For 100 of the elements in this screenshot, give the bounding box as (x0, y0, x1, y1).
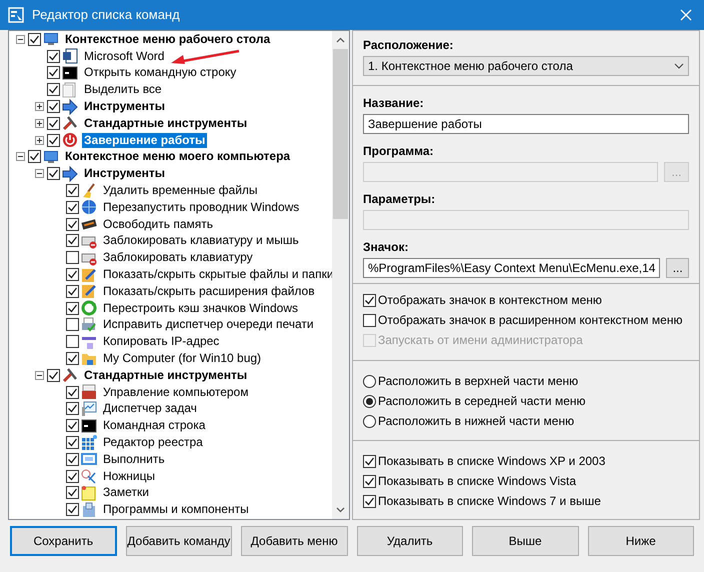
field-label: Программа: (363, 144, 435, 158)
collapse-icon[interactable] (34, 370, 44, 380)
tree-item[interactable]: Управление компьютером (101, 384, 250, 400)
action-button[interactable]: Удалить (356, 526, 464, 556)
checkbox[interactable] (66, 419, 79, 432)
tree-item[interactable]: Заметки (101, 485, 151, 500)
tree-item[interactable]: Контекстное меню моего компьютера (63, 149, 292, 164)
checkbox[interactable] (363, 494, 376, 508)
tree-item[interactable]: Открыть командную строку (82, 65, 238, 80)
annotation-arrow (169, 49, 241, 65)
tree-item[interactable]: Заблокировать клавиатуру (101, 250, 255, 266)
tree-item[interactable]: Редактор реестра (101, 435, 205, 450)
tree-item[interactable]: Завершение работы (82, 132, 208, 148)
tree-item[interactable]: Выделить все (82, 82, 164, 98)
action-button[interactable]: Добавить меню (241, 526, 348, 556)
tree-item[interactable]: Перестроить кэш значков Windows (101, 300, 300, 316)
checkbox[interactable] (47, 66, 60, 80)
checkbox[interactable] (47, 134, 60, 147)
action-button[interactable]: Ниже (588, 526, 694, 556)
checkbox[interactable] (66, 386, 79, 399)
location-dropdown[interactable]: 1. Контекстное меню рабочего стола (363, 56, 689, 76)
collapse-icon[interactable] (16, 152, 24, 162)
window-icon (81, 451, 97, 468)
checkbox[interactable] (66, 218, 79, 231)
checkbox[interactable] (66, 200, 79, 214)
checkbox-label[interactable]: Показывать в списке Windows XP и 2003 (378, 452, 606, 470)
action-button[interactable]: Выше (472, 526, 579, 556)
tree-item[interactable]: Удалить временные файлы (101, 183, 260, 198)
radio-label[interactable]: Расположить в нижней части меню (378, 412, 574, 430)
checkbox[interactable] (66, 402, 79, 416)
checkbox[interactable] (47, 116, 60, 130)
checkbox[interactable] (363, 294, 376, 306)
tree-item[interactable]: Диспетчер задач (101, 401, 199, 416)
radio-button[interactable] (363, 394, 376, 408)
checkbox[interactable] (66, 335, 79, 348)
scrollbar[interactable] (332, 31, 349, 519)
close-icon[interactable] (680, 9, 692, 21)
input-field[interactable]: %ProgramFiles%\Easy Context Menu\EcMenu.exe,14 (363, 258, 660, 278)
checkbox[interactable] (47, 368, 60, 382)
checkbox[interactable] (66, 486, 79, 500)
tree-item[interactable]: Стандартные инструменты (82, 116, 250, 131)
checkbox[interactable] (28, 150, 41, 164)
scroll-down-icon[interactable] (336, 507, 345, 513)
tree-item[interactable]: Командная строка (101, 418, 208, 434)
checkbox-label[interactable]: Отображать значок в расширенном контекстном меню (378, 311, 682, 329)
action-button[interactable]: Добавить команду (126, 526, 232, 556)
tree-item[interactable]: Выполнить (101, 452, 167, 467)
browse-button[interactable]: ... (666, 258, 689, 278)
checkbox-label[interactable]: Показывать в списке Windows Vista (378, 472, 576, 490)
checkbox[interactable] (47, 50, 60, 63)
broom-icon (81, 182, 97, 199)
tree-item[interactable]: Копировать IP-адрес (101, 334, 222, 350)
checkbox[interactable] (66, 284, 79, 298)
scroll-up-icon[interactable] (336, 37, 345, 43)
radio-label[interactable]: Расположить в верхней части меню (378, 372, 578, 390)
checkbox[interactable] (47, 83, 60, 96)
checkbox[interactable] (66, 234, 79, 248)
expand-icon[interactable] (34, 136, 44, 145)
checkbox[interactable] (363, 474, 376, 488)
tree-item[interactable]: Microsoft Word (82, 48, 166, 64)
tree-item[interactable]: Инструменты (82, 99, 168, 114)
tree-item[interactable]: Исправить диспетчер очереди печати (101, 317, 316, 332)
checkbox-label[interactable]: Отображать значок в контекстном меню (378, 291, 602, 309)
action-button[interactable]: Сохранить (10, 526, 117, 556)
radio-label[interactable]: Расположить в середней части меню (378, 392, 586, 410)
checkbox[interactable] (363, 314, 376, 326)
checkbox[interactable] (66, 268, 79, 282)
collapse-icon[interactable] (34, 169, 44, 178)
checkbox[interactable] (363, 454, 376, 468)
tree-item[interactable]: Контекстное меню рабочего стола (63, 32, 272, 47)
tree-item[interactable]: Инструменты (82, 166, 168, 182)
collapse-icon[interactable] (16, 34, 24, 44)
document-icon (62, 48, 78, 64)
checkbox[interactable] (66, 302, 79, 315)
tree-item[interactable]: Показать/скрыть расширения файлов (101, 284, 317, 299)
tree-item[interactable]: Программы и компоненты (101, 502, 251, 518)
checkbox[interactable] (66, 503, 79, 516)
tree-item[interactable]: My Computer (for Win10 bug) (101, 351, 264, 366)
radio-button[interactable] (363, 414, 376, 428)
tree-item[interactable]: Перезапустить проводник Windows (101, 200, 302, 215)
checkbox[interactable] (66, 470, 79, 483)
checkbox[interactable] (28, 32, 41, 46)
checkbox[interactable] (66, 251, 79, 264)
tree-item[interactable]: Ножницы (101, 468, 158, 484)
expand-icon[interactable] (34, 102, 44, 112)
input-field[interactable]: Завершение работы (363, 114, 689, 134)
expand-icon[interactable] (34, 118, 44, 128)
tree-item[interactable]: Заблокировать клавиатуру и мышь (101, 233, 301, 248)
checkbox[interactable] (66, 352, 79, 366)
tree-item[interactable]: Стандартные инструменты (82, 368, 250, 383)
checkbox[interactable] (66, 184, 79, 198)
tree-item[interactable]: Освободить память (101, 216, 215, 232)
checkbox-label[interactable]: Показывать в списке Windows 7 и выше (378, 492, 601, 510)
checkbox[interactable] (47, 100, 60, 114)
checkbox[interactable] (66, 436, 79, 450)
radio-button[interactable] (363, 374, 376, 388)
checkbox[interactable] (66, 452, 79, 466)
checkbox[interactable] (47, 167, 60, 180)
scroll-thumb[interactable] (333, 49, 348, 219)
checkbox[interactable] (66, 318, 79, 332)
